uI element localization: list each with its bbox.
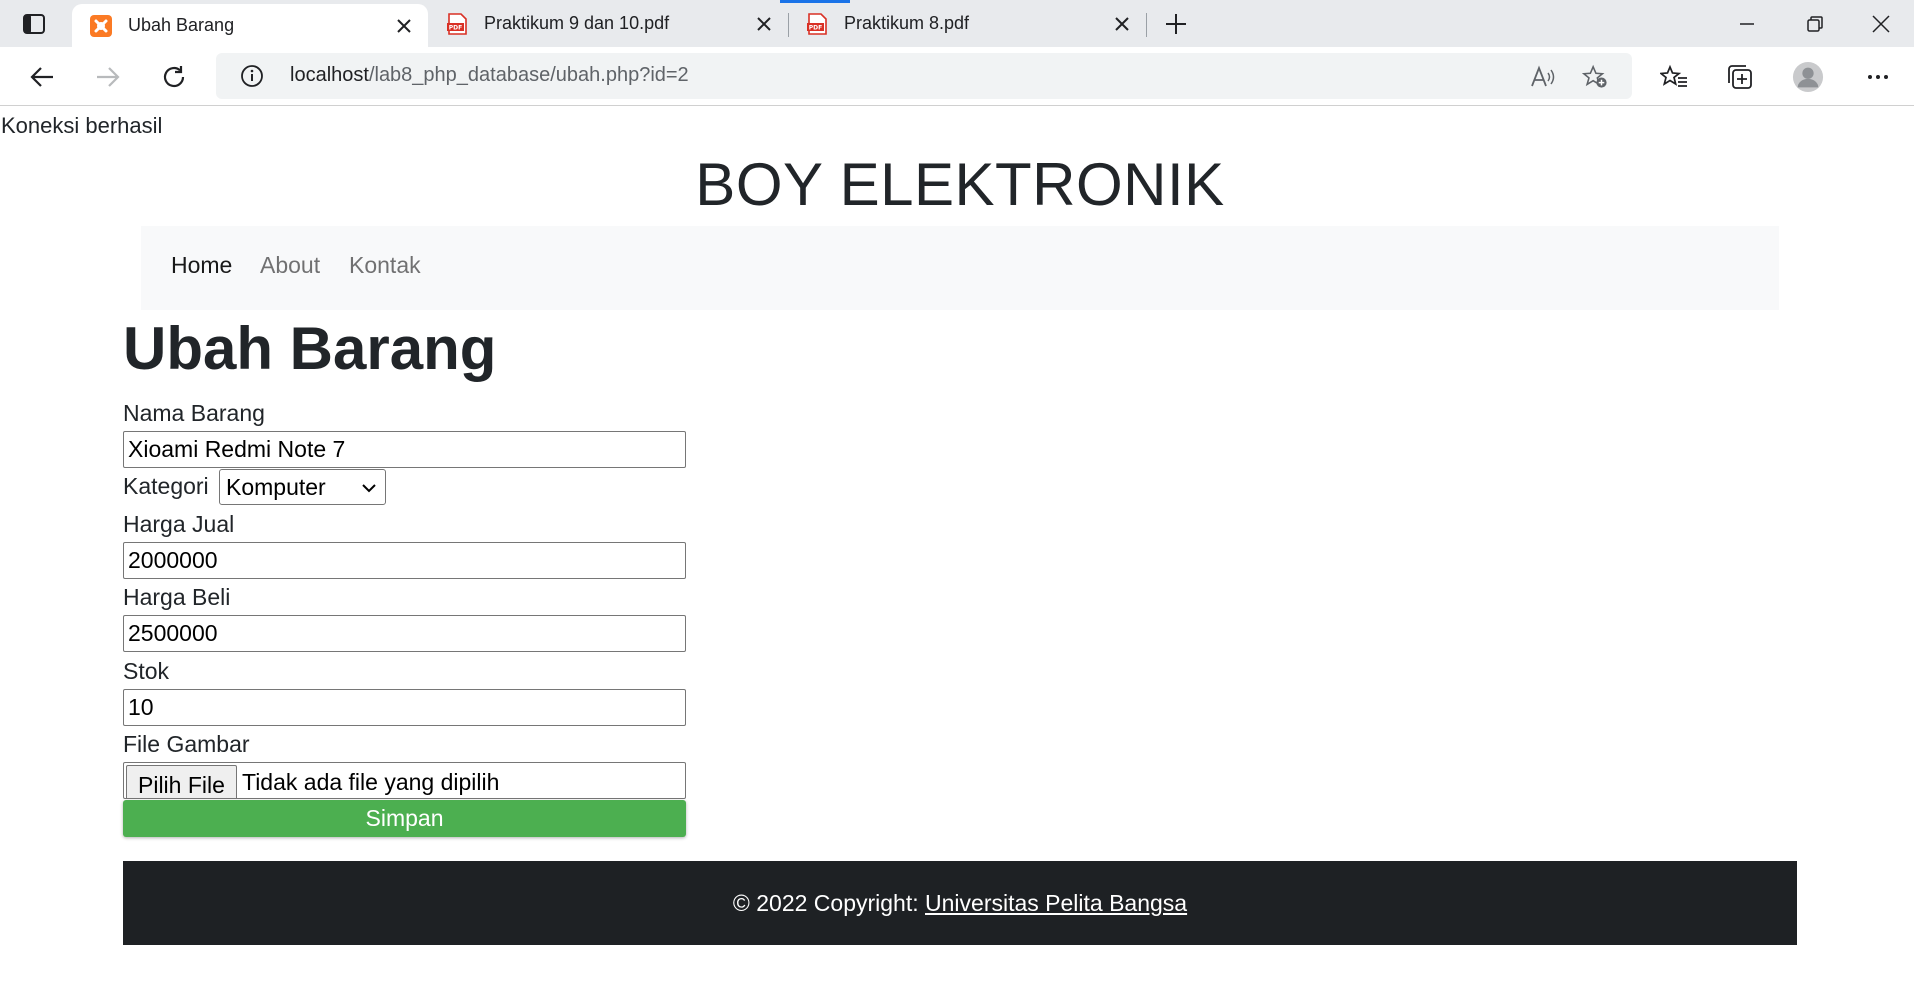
tab-actions-button[interactable]	[16, 10, 52, 38]
harga-jual-label: Harga Jual	[123, 511, 235, 537]
kategori-label: Kategori	[123, 473, 209, 499]
collections-icon	[1728, 65, 1752, 89]
url-host: localhost	[290, 64, 369, 86]
file-gambar-label: File Gambar	[123, 731, 250, 757]
favorites-icon	[1660, 64, 1687, 87]
profile-button[interactable]	[1792, 61, 1824, 93]
svg-text:PDF: PDF	[809, 24, 822, 31]
info-icon[interactable]	[240, 64, 264, 88]
more-icon	[1868, 75, 1888, 79]
read-aloud-icon	[1531, 65, 1555, 87]
url-path: /lab8_php_database/ubah.php?id=2	[368, 64, 689, 86]
kategori-select[interactable]: Komputer	[219, 469, 386, 505]
pdf-icon: PDF	[807, 12, 827, 35]
connection-status: Koneksi berhasil	[1, 113, 163, 138]
forward-button[interactable]	[90, 59, 126, 95]
site-title: BOY ELEKTRONIK	[695, 151, 1225, 218]
close-tab-icon[interactable]	[1110, 12, 1134, 36]
plus-icon	[1166, 14, 1186, 34]
navbar: Home About Kontak	[141, 226, 1779, 310]
close-tab-icon[interactable]	[752, 12, 776, 36]
close-icon	[1872, 14, 1890, 33]
nama-barang-label: Nama Barang	[123, 400, 265, 426]
avatar-icon	[1792, 61, 1824, 93]
tab-praktikum-8[interactable]: PDF Praktikum 8.pdf	[788, 0, 1146, 47]
settings-menu-button[interactable]	[1862, 61, 1894, 93]
add-favorite-button[interactable]	[1582, 64, 1608, 90]
restore-icon	[1807, 15, 1823, 32]
harga-beli-label: Harga Beli	[123, 584, 231, 610]
tab-strip: Ubah Barang PDF Praktikum 9 dan 10.pdf P…	[0, 0, 1914, 47]
browser-toolbar: localhost/lab8_php_database/ubah.php?id=…	[0, 47, 1914, 106]
nav-kontak[interactable]: Kontak	[349, 252, 421, 279]
close-tab-icon[interactable]	[392, 14, 416, 38]
url-text[interactable]: localhost/lab8_php_database/ubah.php?id=…	[290, 64, 689, 87]
reload-icon	[163, 66, 185, 88]
tab-ubah-barang[interactable]: Ubah Barang	[72, 4, 428, 47]
chevron-down-icon	[362, 484, 376, 493]
tab-title: Ubah Barang	[128, 15, 235, 35]
arrow-right-icon	[97, 67, 120, 87]
nama-barang-input[interactable]	[123, 431, 686, 468]
close-window-button[interactable]	[1848, 0, 1914, 47]
back-button[interactable]	[24, 59, 60, 95]
xampp-icon	[90, 14, 112, 37]
nav-home[interactable]: Home	[171, 252, 232, 279]
kategori-selected-value: Komputer	[226, 474, 326, 500]
footer: © 2022 Copyright: Universitas Pelita Ban…	[123, 861, 1797, 945]
svg-text:PDF: PDF	[449, 24, 462, 31]
stok-input[interactable]	[123, 689, 686, 726]
star-add-icon	[1582, 64, 1607, 88]
file-status-text: Tidak ada file yang dipilih	[242, 769, 500, 795]
new-tab-button[interactable]	[1160, 8, 1192, 40]
stok-label: Stok	[123, 658, 170, 684]
tab-praktikum-9-10[interactable]: PDF Praktikum 9 dan 10.pdf	[428, 0, 788, 47]
nav-about[interactable]: About	[260, 252, 320, 279]
harga-jual-input[interactable]	[123, 542, 686, 579]
tab-actions-icon	[23, 14, 45, 34]
tab-title: Praktikum 8.pdf	[844, 13, 970, 33]
collections-button[interactable]	[1724, 61, 1756, 93]
address-bar[interactable]: localhost/lab8_php_database/ubah.php?id=…	[216, 53, 1632, 99]
simpan-button[interactable]: Simpan	[123, 800, 686, 837]
arrow-left-icon	[30, 67, 53, 87]
harga-beli-input[interactable]	[123, 615, 686, 652]
pdf-icon: PDF	[447, 12, 467, 35]
tab-title: Praktikum 9 dan 10.pdf	[484, 13, 670, 33]
reload-button[interactable]	[156, 59, 192, 95]
page-title: Ubah Barang	[123, 315, 497, 382]
web-page: Koneksi berhasil BOY ELEKTRONIK Home Abo…	[0, 106, 1914, 985]
favorites-button[interactable]	[1658, 61, 1690, 93]
footer-link[interactable]: Universitas Pelita Bangsa	[925, 890, 1187, 916]
read-aloud-button[interactable]	[1530, 64, 1556, 90]
restore-button[interactable]	[1782, 0, 1848, 47]
tab-divider	[1146, 13, 1147, 37]
copyright-text: © 2022 Copyright:	[732, 890, 926, 916]
file-gambar-input[interactable]: Pilih File Tidak ada file yang dipilih	[123, 762, 686, 799]
choose-file-button[interactable]: Pilih File	[126, 765, 237, 798]
minimize-button[interactable]	[1714, 0, 1780, 47]
minimize-icon	[1740, 22, 1754, 25]
